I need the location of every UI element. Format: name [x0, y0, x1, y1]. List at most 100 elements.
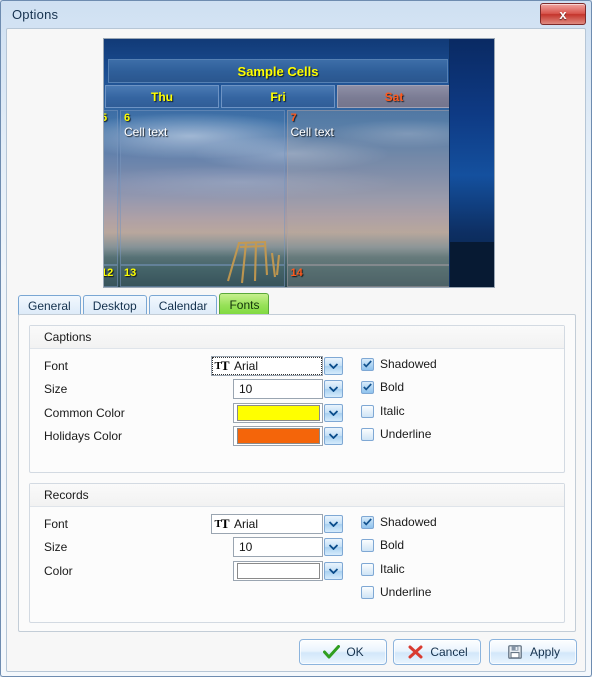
check-icon [363, 518, 372, 526]
preview-cell: 14 [286, 265, 451, 287]
preview-cell: 6 Cell text [120, 110, 285, 265]
title-bar: Options x [4, 3, 588, 28]
captions-bold-checkbox[interactable]: Bold [361, 378, 404, 396]
chevron-down-icon [329, 410, 338, 416]
records-size-label: Size [44, 540, 68, 554]
captions-holidays-color-dropdown-button[interactable] [324, 427, 343, 445]
captions-size-dropdown-button[interactable] [324, 380, 343, 398]
checkbox-box [361, 427, 374, 441]
preview-cell-text: Cell text [124, 125, 168, 139]
records-underline-checkbox[interactable]: Underline [361, 583, 431, 601]
preview-day-header: Thu [105, 85, 219, 108]
checkbox-box [361, 515, 374, 529]
records-bold-label: Bold [380, 538, 405, 552]
ok-button[interactable]: OK [299, 639, 387, 665]
truetype-font-icon: TT [214, 358, 229, 373]
preview-cells: 5 6 Cell text 7 Cell text 12 [104, 110, 452, 287]
preview-right-panel [449, 39, 494, 287]
records-font-dropdown-button[interactable] [324, 515, 343, 533]
cross-icon [406, 644, 424, 660]
captions-holidays-color-combo[interactable] [233, 426, 323, 446]
captions-font-label: Font [44, 359, 69, 373]
captions-italic-checkbox[interactable]: Italic [361, 402, 405, 420]
records-size-combo[interactable]: 10 [233, 537, 323, 557]
records-italic-label: Italic [380, 562, 405, 576]
preview-cell-text: Cell text [290, 125, 334, 139]
preview-calendar-grid: Sample Cells Thu Fri Sat 6 Cell text 7 C… [104, 39, 452, 287]
captions-group: Captions Font TT Arial Size 10 Common Co… [29, 325, 565, 473]
captions-common-color-field: Common Color [30, 403, 564, 423]
preview-cell-number: 6 [124, 112, 131, 124]
calendar-preview: Sample Cells Thu Fri Sat 6 Cell text 7 C… [103, 38, 495, 288]
preview-day-header-row: Thu Fri Sat [104, 85, 452, 108]
captions-holidays-color-label: Holidays Color [44, 429, 123, 443]
captions-italic-label: Italic [380, 404, 405, 418]
preview-cell-number: 7 [290, 112, 297, 124]
dialog-footer: OK Cancel Apply [7, 633, 585, 671]
records-size-field: Size 10 [30, 537, 564, 557]
tab-label: Fonts [229, 297, 260, 312]
tab-calendar[interactable]: Calendar [148, 295, 218, 315]
preview-title-bar: Sample Cells [108, 59, 448, 83]
records-size-value: 10 [239, 540, 253, 554]
preview-cell: 12 [104, 265, 118, 287]
captions-font-combo[interactable]: TT Arial [211, 356, 323, 376]
apply-button[interactable]: Apply [489, 639, 577, 665]
records-shadowed-checkbox[interactable]: Shadowed [361, 513, 437, 531]
chevron-down-icon [329, 568, 338, 574]
records-group: Records Font TT Arial Size 10 Color Shad… [29, 483, 565, 623]
captions-common-color-swatch [237, 405, 320, 421]
tab-desktop[interactable]: Desktop [82, 295, 147, 315]
records-font-value: Arial [234, 517, 259, 531]
chevron-down-icon [329, 363, 338, 369]
checkbox-box [361, 562, 374, 576]
chevron-down-icon [329, 433, 338, 439]
records-size-dropdown-button[interactable] [324, 538, 343, 556]
checkbox-box [361, 585, 374, 599]
captions-size-label: Size [44, 382, 68, 396]
chevron-down-icon [329, 544, 338, 550]
close-button[interactable]: x [540, 3, 586, 25]
captions-underline-checkbox[interactable]: Underline [361, 425, 431, 443]
captions-shadowed-checkbox[interactable]: Shadowed [361, 355, 437, 373]
records-font-label: Font [44, 517, 69, 531]
preview-day-header-label: Fri [270, 89, 286, 104]
tab-fonts[interactable]: Fonts [219, 293, 270, 315]
captions-size-field: Size 10 [30, 379, 564, 399]
preview-cell: 7 Cell text [286, 110, 451, 265]
preview-day-header: Fri [221, 85, 335, 108]
preview-day-header-label: Thu [151, 89, 173, 104]
tab-general[interactable]: General [18, 295, 81, 315]
records-color-field: Color [30, 561, 564, 581]
captions-common-color-label: Common Color [44, 406, 125, 420]
preview-cell-number: 12 [104, 267, 114, 279]
chevron-down-icon [329, 521, 338, 527]
records-italic-checkbox[interactable]: Italic [361, 560, 405, 578]
records-color-combo[interactable] [233, 561, 323, 581]
check-icon [363, 360, 372, 368]
captions-group-title: Captions [30, 326, 564, 349]
floppy-save-icon [506, 644, 524, 660]
preview-cell: 5 [104, 110, 118, 265]
captions-underline-label: Underline [380, 427, 432, 441]
captions-shadowed-label: Shadowed [380, 357, 437, 371]
captions-common-color-combo[interactable] [233, 403, 323, 423]
window-title: Options [12, 7, 59, 22]
tab-label: Desktop [92, 298, 137, 313]
records-font-combo[interactable]: TT Arial [211, 514, 323, 534]
captions-size-value: 10 [239, 382, 253, 396]
records-color-dropdown-button[interactable] [324, 562, 343, 580]
tab-label: Calendar [158, 298, 208, 313]
captions-size-combo[interactable]: 10 [233, 379, 323, 399]
records-underline-label: Underline [380, 585, 432, 599]
check-icon [322, 644, 340, 660]
chevron-down-icon [329, 386, 338, 392]
tab-label: General [28, 298, 71, 313]
captions-common-color-dropdown-button[interactable] [324, 404, 343, 422]
captions-bold-label: Bold [380, 380, 405, 394]
records-bold-checkbox[interactable]: Bold [361, 536, 404, 554]
captions-font-dropdown-button[interactable] [324, 357, 343, 375]
apply-button-label: Apply [529, 645, 561, 659]
cancel-button[interactable]: Cancel [393, 639, 481, 665]
fonts-tab-page: Captions Font TT Arial Size 10 Common Co… [18, 314, 576, 632]
